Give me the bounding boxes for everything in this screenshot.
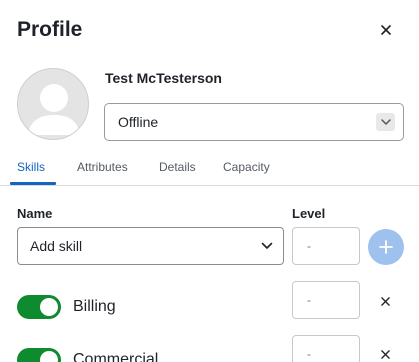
skill-toggle-billing[interactable] — [17, 295, 61, 319]
plus-icon — [379, 240, 393, 254]
remove-skill-button-commercial[interactable] — [378, 347, 392, 361]
level-column-header: Level — [292, 206, 326, 221]
skill-toggle-commercial[interactable] — [17, 348, 61, 362]
user-avatar-icon — [28, 84, 80, 135]
toggle-knob — [40, 351, 58, 362]
close-button[interactable] — [377, 21, 395, 39]
tab-details[interactable]: Details — [159, 160, 196, 174]
user-name: Test McTesterson — [105, 70, 222, 86]
tab-capacity[interactable]: Capacity — [223, 160, 270, 174]
status-value: Offline — [118, 114, 159, 130]
profile-title: Profile — [17, 18, 83, 41]
toggle-knob — [40, 298, 58, 316]
avatar — [17, 68, 89, 140]
close-icon — [381, 25, 391, 35]
chevron-down-icon — [261, 242, 273, 249]
add-skill-placeholder: Add skill — [30, 238, 83, 254]
close-icon — [380, 349, 390, 359]
tab-bar: Skills Attributes Details Capacity — [0, 150, 419, 186]
active-tab-indicator — [10, 182, 56, 185]
skill-level-input-commercial[interactable] — [292, 335, 360, 362]
skill-label-billing: Billing — [73, 298, 116, 315]
name-column-header: Name — [17, 206, 53, 221]
skill-level-input-billing[interactable] — [292, 281, 360, 319]
close-icon — [380, 296, 390, 306]
skill-label-commercial: Commercial — [73, 351, 159, 362]
tab-skills[interactable]: Skills — [17, 160, 45, 174]
status-select[interactable]: Offline — [104, 103, 404, 141]
add-skill-button[interactable] — [368, 229, 404, 265]
add-skill-select[interactable]: Add skill — [17, 227, 284, 265]
remove-skill-button-billing[interactable] — [378, 294, 392, 308]
chevron-down-icon — [380, 118, 391, 125]
tab-attributes[interactable]: Attributes — [77, 160, 128, 174]
status-dropdown-toggle[interactable] — [376, 113, 395, 131]
add-skill-level-input[interactable] — [292, 227, 360, 265]
